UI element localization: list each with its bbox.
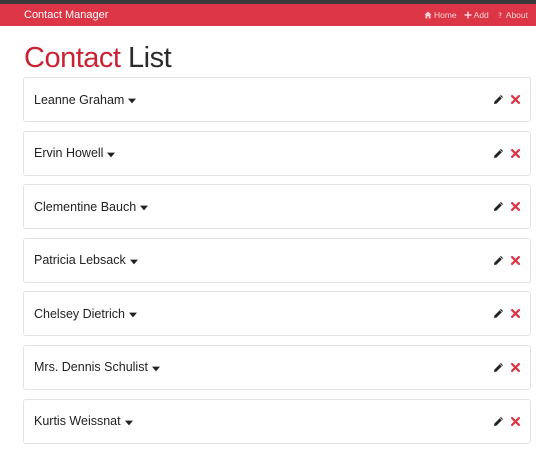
pencil-icon[interactable] (493, 201, 504, 212)
nav-link-add[interactable]: Add (464, 10, 489, 20)
contact-actions (493, 308, 521, 319)
plus-icon (464, 11, 472, 19)
caret-down-icon[interactable] (140, 205, 149, 211)
nav-link-label: Add (473, 10, 489, 20)
contact-card-header: Chelsey Dietrich (34, 306, 138, 321)
contact-actions (493, 416, 521, 427)
nav-links: Home Add About (424, 10, 528, 20)
contact-name: Ervin Howell (34, 146, 104, 161)
pencil-icon[interactable] (493, 94, 504, 105)
contact-card: Kurtis Weissnat (23, 398, 531, 444)
home-icon (424, 11, 432, 19)
contact-card: Clementine Bauch (23, 184, 531, 230)
contact-card-header: Ervin Howell (34, 146, 116, 161)
contact-actions (493, 94, 521, 105)
caret-down-icon[interactable] (107, 152, 116, 158)
contact-card-header: Clementine Bauch (34, 199, 149, 214)
contact-list: Leanne Graham Ervin Howell Clementine Ba… (23, 77, 531, 452)
delete-icon[interactable] (510, 148, 521, 159)
pencil-icon[interactable] (493, 416, 504, 427)
pencil-icon[interactable] (493, 308, 504, 319)
page-title-rest: List (128, 42, 172, 74)
contact-name: Leanne Graham (34, 92, 125, 107)
caret-down-icon[interactable] (129, 259, 138, 265)
delete-icon[interactable] (510, 255, 521, 266)
contact-card-header: Kurtis Weissnat (34, 414, 133, 428)
contact-card-header: Leanne Graham (34, 92, 137, 107)
pencil-icon[interactable] (493, 362, 504, 373)
nav-link-label: About (505, 10, 528, 20)
delete-icon[interactable] (510, 94, 521, 105)
caret-down-icon[interactable] (128, 98, 137, 104)
contact-card: Mrs. Dennis Schulist (23, 344, 531, 390)
caret-down-icon[interactable] (124, 420, 133, 426)
contact-name: Kurtis Weissnat (34, 414, 121, 429)
question-icon (498, 12, 502, 18)
contact-name: Chelsey Dietrich (34, 306, 126, 321)
contact-card: Patricia Lebsack (23, 237, 531, 283)
contact-name: Patricia Lebsack (34, 253, 126, 268)
contact-actions (493, 201, 521, 212)
nav-link-about[interactable]: About (496, 10, 528, 20)
contact-actions (493, 362, 521, 373)
delete-icon[interactable] (510, 201, 521, 212)
contact-card-header: Patricia Lebsack (34, 253, 138, 267)
navbar: Contact Manager Home Add About (0, 4, 536, 26)
contact-actions (493, 148, 521, 159)
pencil-icon[interactable] (493, 148, 504, 159)
contact-name: Mrs. Dennis Schulist (34, 360, 148, 375)
contact-name: Clementine Bauch (34, 199, 137, 214)
contact-card-header: Mrs. Dennis Schulist (34, 360, 160, 374)
delete-icon[interactable] (510, 416, 521, 427)
nav-link-home[interactable]: Home (424, 10, 457, 20)
page-title: Contact List (24, 40, 536, 76)
contact-actions (493, 255, 521, 266)
caret-down-icon[interactable] (151, 366, 160, 372)
contact-card: Ervin Howell (23, 130, 531, 176)
navbar-brand[interactable]: Contact Manager (24, 9, 108, 21)
nav-link-label: Home (433, 10, 457, 20)
pencil-icon[interactable] (493, 255, 504, 266)
contact-card: Leanne Graham (23, 77, 531, 122)
delete-icon[interactable] (510, 362, 521, 373)
contact-card: Chelsey Dietrich (23, 291, 531, 337)
delete-icon[interactable] (510, 308, 521, 319)
caret-down-icon[interactable] (129, 312, 138, 318)
page-title-accent: Contact (24, 42, 121, 74)
